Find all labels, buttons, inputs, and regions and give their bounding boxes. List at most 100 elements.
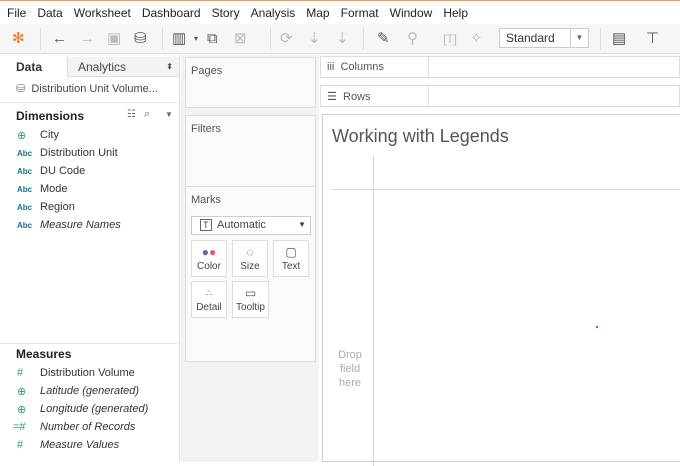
number-icon: # bbox=[17, 367, 24, 379]
measure-longitude[interactable]: ⊕ Longitude (generated) bbox=[0, 400, 178, 418]
string-icon: Abc bbox=[17, 148, 33, 158]
field-label: Measure Values bbox=[40, 439, 120, 451]
field-label: Longitude (generated) bbox=[40, 403, 149, 415]
menu-bar: File Data Worksheet Dashboard Story Anal… bbox=[0, 0, 680, 24]
marks-label: Marks bbox=[191, 194, 221, 206]
chevron-down-icon: ▼ bbox=[570, 29, 588, 47]
tab-analytics-label: Analytics bbox=[78, 60, 127, 74]
highlight-icon[interactable]: ✎ bbox=[377, 30, 390, 48]
measure-number-of-records[interactable]: =# Number of Records bbox=[0, 418, 178, 436]
rows-label: ☰ Rows bbox=[321, 86, 429, 106]
filters-label: Filters bbox=[191, 123, 221, 135]
detail-label: Detail bbox=[196, 302, 222, 313]
presentation-icon[interactable]: ⊤ bbox=[646, 30, 659, 48]
text-button[interactable]: ▢ Text bbox=[273, 240, 309, 277]
dimension-city[interactable]: ⊕ City bbox=[0, 126, 178, 144]
field-label: Number of Records bbox=[40, 421, 136, 433]
chevron-down-icon: ▼ bbox=[298, 220, 306, 229]
tab-analytics[interactable]: Analytics ⬍ bbox=[67, 57, 179, 77]
menu-dashboard[interactable]: Dashboard bbox=[142, 6, 201, 20]
text-icon: ▢ bbox=[285, 245, 297, 259]
color-icon: ●● bbox=[201, 245, 217, 259]
clear-sheet-icon[interactable]: ⊠ bbox=[234, 30, 247, 48]
columns-label: iii Columns bbox=[321, 57, 429, 77]
menu-help[interactable]: Help bbox=[443, 6, 468, 20]
datasource-icon: ⛁ bbox=[16, 83, 26, 95]
dropdown-icon[interactable]: ▾ bbox=[194, 30, 198, 48]
field-label: Latitude (generated) bbox=[40, 385, 140, 397]
string-icon: Abc bbox=[17, 184, 33, 194]
size-button[interactable]: ◌ Size bbox=[232, 240, 268, 277]
redo-icon[interactable]: → bbox=[80, 30, 95, 48]
dimension-region[interactable]: Abc Region bbox=[0, 198, 178, 216]
field-label: Mode bbox=[40, 183, 68, 195]
menu-chevron-icon[interactable]: ▼ bbox=[165, 110, 173, 119]
datasource-item[interactable]: ⛁ Distribution Unit Volume... bbox=[16, 82, 158, 95]
group-icon[interactable]: ⚲ bbox=[407, 30, 418, 48]
swap-icon[interactable]: ⟳ bbox=[280, 30, 293, 48]
rows-icon: ☰ bbox=[327, 91, 337, 103]
sort-descending-icon[interactable]: ⇣ bbox=[336, 30, 349, 48]
view-toggle-icon[interactable]: ☷ bbox=[127, 109, 136, 120]
sort-ascending-icon[interactable]: ⇣ bbox=[308, 30, 321, 48]
new-datasource-icon[interactable]: ⛁ bbox=[134, 30, 147, 48]
tab-data[interactable]: Data bbox=[0, 57, 67, 77]
number-icon: # bbox=[17, 439, 24, 451]
pages-shelf[interactable]: Pages bbox=[185, 57, 316, 108]
menu-map[interactable]: Map bbox=[306, 6, 329, 20]
drop-text: field bbox=[339, 363, 361, 375]
row-divider bbox=[373, 156, 374, 466]
drop-text: here bbox=[338, 377, 362, 389]
columns-shelf[interactable]: iii Columns bbox=[320, 56, 680, 78]
save-icon[interactable]: ▣ bbox=[107, 30, 121, 48]
field-label: City bbox=[40, 129, 59, 141]
measure-latitude[interactable]: ⊕ Latitude (generated) bbox=[0, 382, 178, 400]
menu-window[interactable]: Window bbox=[390, 6, 433, 20]
dimension-distribution-unit[interactable]: Abc Distribution Unit bbox=[0, 144, 178, 162]
text-label: Text bbox=[281, 261, 301, 272]
columns-text: Columns bbox=[340, 61, 384, 73]
view-canvas[interactable]: Working with Legends Drop field here bbox=[322, 114, 680, 466]
menu-data[interactable]: Data bbox=[37, 6, 62, 20]
show-me-icon[interactable]: ▤ bbox=[612, 30, 626, 48]
pin-icon[interactable]: ✧ bbox=[470, 30, 483, 48]
sort-icon: ⬍ bbox=[166, 62, 173, 71]
color-button[interactable]: ●● Color bbox=[191, 240, 227, 277]
undo-icon[interactable]: ← bbox=[52, 30, 67, 48]
field-label: Measure Names bbox=[40, 219, 121, 231]
labels-icon[interactable]: [T] bbox=[443, 30, 457, 48]
data-point bbox=[596, 326, 598, 328]
new-worksheet-icon[interactable]: ▥ bbox=[172, 30, 186, 48]
search-icon[interactable]: ⌕ bbox=[144, 108, 150, 121]
measure-distribution-volume[interactable]: # Distribution Volume bbox=[0, 364, 178, 382]
dimension-mode[interactable]: Abc Mode bbox=[0, 180, 178, 198]
drop-field-hint[interactable]: Drop field here bbox=[333, 348, 367, 390]
tooltip-button[interactable]: ▭ Tooltip bbox=[232, 281, 269, 318]
measures-header: Measures bbox=[16, 347, 72, 361]
data-pane: Data Analytics ⬍ ⛁ Distribution Unit Volu… bbox=[0, 55, 180, 462]
menu-analysis[interactable]: Analysis bbox=[251, 6, 296, 20]
tooltip-icon: ▭ bbox=[244, 286, 257, 300]
duplicate-sheet-icon[interactable]: ⧉ bbox=[207, 30, 218, 48]
dimension-measure-names[interactable]: Abc Measure Names bbox=[0, 216, 178, 234]
field-label: Region bbox=[40, 201, 75, 213]
column-divider bbox=[332, 189, 680, 190]
mark-type-dropdown[interactable]: T Automatic ▼ bbox=[191, 216, 311, 235]
menu-file[interactable]: File bbox=[7, 6, 26, 20]
menu-worksheet[interactable]: Worksheet bbox=[74, 6, 131, 20]
tableau-logo-icon[interactable]: ✻ bbox=[12, 30, 25, 48]
detail-icon: ∴ bbox=[206, 288, 212, 298]
detail-button[interactable]: ∴ Detail bbox=[191, 281, 227, 318]
drop-text: Drop bbox=[338, 349, 362, 361]
measure-measure-values[interactable]: # Measure Values bbox=[0, 436, 178, 454]
dimension-du-code[interactable]: Abc DU Code bbox=[0, 162, 178, 180]
string-icon: Abc bbox=[17, 202, 33, 212]
fit-dropdown[interactable]: Standard ▼ bbox=[499, 28, 589, 48]
globe-icon: ⊕ bbox=[17, 129, 27, 142]
rows-shelf[interactable]: ☰ Rows bbox=[320, 85, 680, 107]
globe-icon: ⊕ bbox=[17, 385, 27, 398]
menu-format[interactable]: Format bbox=[341, 6, 379, 20]
calculated-number-icon: =# bbox=[13, 421, 26, 433]
datasource-name: Distribution Unit Volume... bbox=[31, 83, 158, 95]
menu-story[interactable]: Story bbox=[212, 6, 240, 20]
